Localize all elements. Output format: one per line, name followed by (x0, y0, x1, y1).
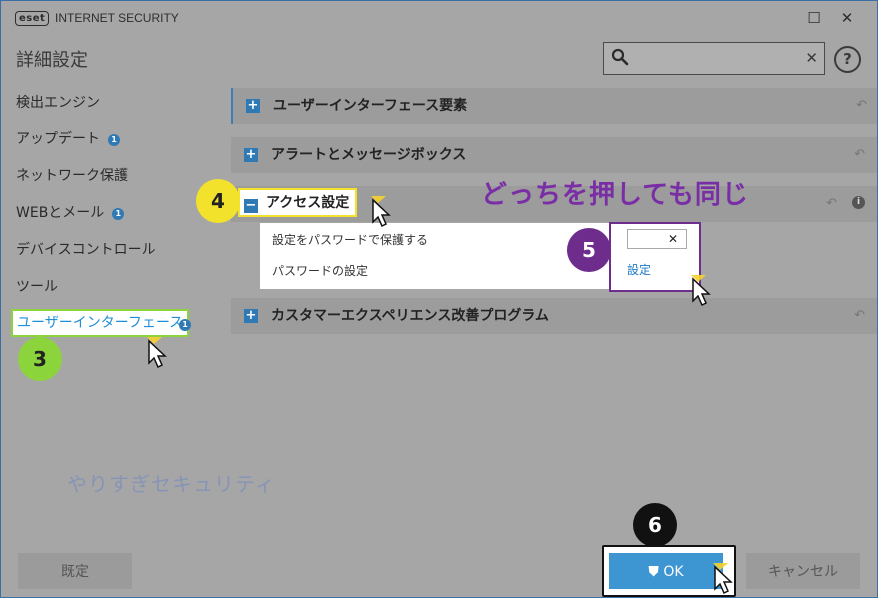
undo-icon[interactable]: ↶ (854, 308, 865, 324)
step-3-badge: 3 (18, 337, 62, 381)
section-customer-experience[interactable]: + カスタマーエクスペリエンス改善プログラム ↶ (231, 298, 877, 334)
maximize-button[interactable]: ☐ (804, 8, 824, 28)
sidebar-item-label: ユーザーインターフェース (17, 315, 184, 331)
cursor-icon (691, 275, 711, 307)
search-clear-icon[interactable]: ✕ (805, 48, 818, 68)
app-title: INTERNET SECURITY (55, 11, 179, 25)
help-icon[interactable]: ? (834, 46, 861, 73)
ok-label: OK (663, 564, 684, 580)
sidebar-item-detection-engine[interactable]: 検出エンジン (16, 93, 100, 113)
sidebar-item-label: 検出エンジン (16, 95, 100, 111)
sidebar-item-label: ネットワーク保護 (16, 168, 128, 184)
cursor-icon (371, 196, 391, 228)
search-input[interactable]: ✕ (603, 42, 825, 75)
sidebar-item-update[interactable]: アップデート 1 (16, 129, 120, 149)
protect-with-password-label: 設定をパスワードで保護する (272, 233, 429, 247)
info-icon[interactable]: i (852, 196, 865, 209)
undo-icon[interactable]: ↶ (856, 98, 867, 114)
section-label: カスタマーエクスペリエンス改善プログラム (271, 308, 549, 324)
set-password-link[interactable]: 設定 (627, 262, 651, 278)
notification-badge: 1 (179, 319, 191, 331)
section-ui-elements[interactable]: + ユーザーインターフェース要素 ↶ (231, 88, 877, 124)
undo-icon[interactable]: ↶ (826, 196, 837, 212)
section-label: アラートとメッセージボックス (271, 147, 467, 163)
sidebar-item-label: WEBとメール (16, 205, 105, 221)
set-password-label: パスワードの設定 (272, 264, 369, 278)
sidebar-item-web-mail[interactable]: WEBとメール 1 (16, 203, 125, 223)
sidebar-item-user-interface[interactable]: ユーザーインターフェース (11, 309, 190, 337)
section-alerts[interactable]: + アラートとメッセージボックス ↶ (231, 137, 877, 173)
eset-logo: eset (15, 11, 50, 26)
sidebar-item-label: アップデート (16, 131, 100, 147)
step-6-badge: 6 (633, 503, 677, 547)
sidebar-item-label: デバイスコントロール (16, 242, 156, 258)
section-label: アクセス設定 (266, 195, 350, 211)
expand-icon[interactable]: + (244, 309, 258, 323)
cursor-icon (147, 337, 167, 369)
step-4-badge: 4 (196, 179, 240, 223)
shield-icon: ⛊ (648, 564, 659, 580)
section-label: ユーザーインターフェース要素 (273, 98, 468, 114)
sidebar-item-network-protection[interactable]: ネットワーク保護 (16, 166, 128, 186)
notification-badge: 1 (108, 134, 120, 146)
undo-icon[interactable]: ↶ (854, 147, 865, 163)
cancel-button[interactable]: キャンセル (746, 553, 860, 589)
page-title: 詳細設定 (16, 50, 88, 71)
search-icon (611, 48, 629, 66)
step-5-badge: 5 (567, 228, 611, 272)
title-bar: eset INTERNET SECURITY ☐ ✕ (1, 1, 877, 35)
sidebar-item-label: ツール (16, 279, 58, 295)
eset-window: eset INTERNET SECURITY ☐ ✕ 詳細設定 ✕ ? 検出エン… (0, 0, 878, 598)
expand-icon[interactable]: + (244, 148, 258, 162)
password-protect-toggle[interactable]: ✕ (627, 229, 687, 249)
watermark: やりすぎセキュリティ (67, 472, 276, 496)
notification-badge: 1 (112, 208, 125, 220)
sidebar-item-tools[interactable]: ツール (16, 277, 58, 297)
annotation-caption: どっちを押しても同じ (481, 180, 749, 210)
collapse-icon[interactable]: − (244, 199, 258, 213)
toggle-off-icon: ✕ (667, 232, 678, 246)
cursor-icon (713, 563, 733, 595)
default-button[interactable]: 既定 (18, 553, 132, 589)
close-button[interactable]: ✕ (837, 8, 857, 28)
sidebar: 検出エンジン アップデート 1 ネットワーク保護 WEBとメール 1 デバイスコント… (1, 85, 221, 365)
access-settings-header[interactable]: − アクセス設定 (238, 188, 358, 217)
expand-icon[interactable]: + (246, 99, 260, 113)
ok-button[interactable]: ⛊ OK (609, 553, 723, 589)
sidebar-item-device-control[interactable]: デバイスコントロール (16, 240, 156, 260)
